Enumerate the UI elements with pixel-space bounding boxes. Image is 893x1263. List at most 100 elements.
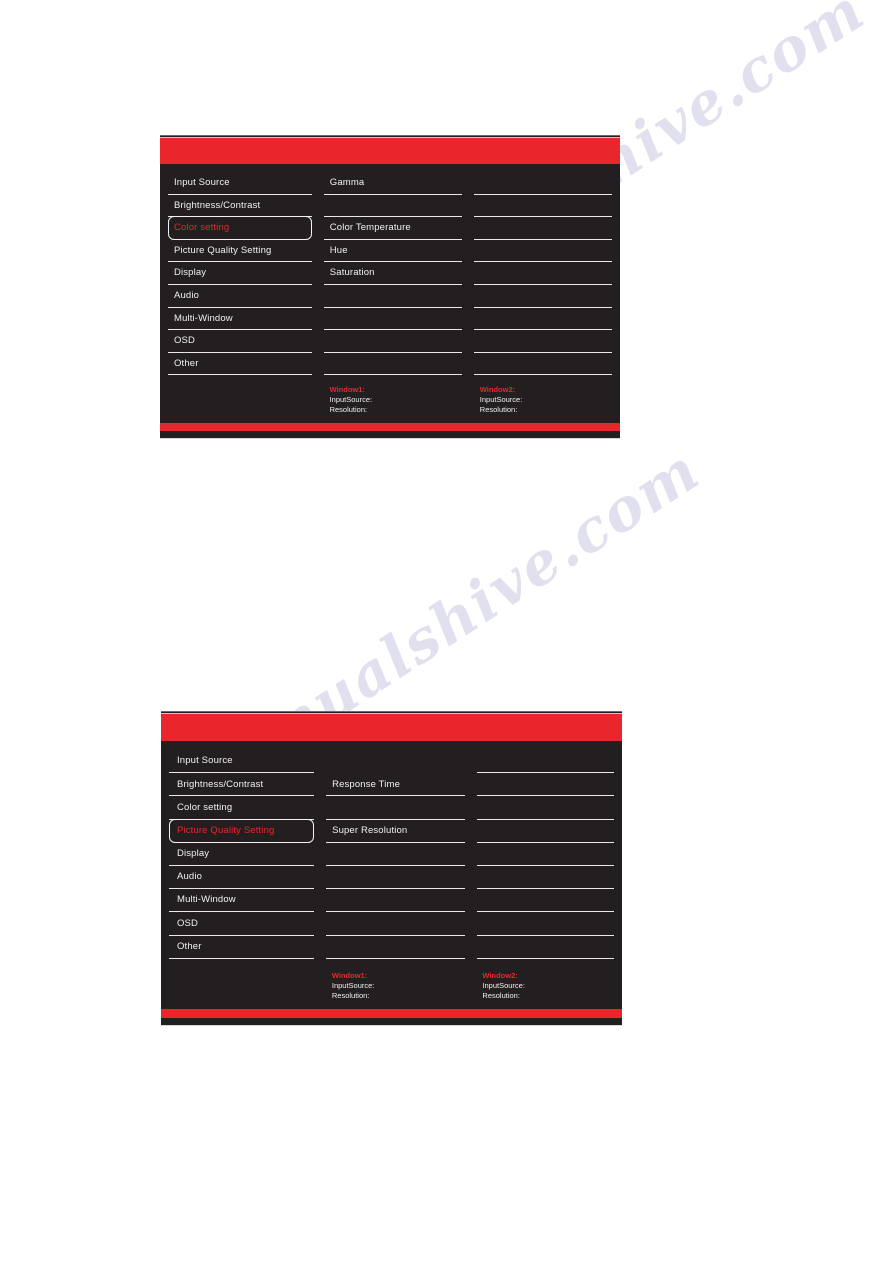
value-item-6[interactable] <box>473 285 612 308</box>
window1-title: Window1: <box>331 970 368 980</box>
sidebar-item-audio[interactable]: Audio <box>168 285 312 308</box>
sidebar-item-display[interactable]: Display <box>168 262 312 285</box>
value-item-8[interactable] <box>476 912 614 936</box>
submenu-item-blank-8[interactable] <box>326 912 465 936</box>
sidebar-item-display[interactable]: Display <box>169 843 315 866</box>
osd-right-column <box>473 172 612 376</box>
submenu-item-blank-6[interactable] <box>323 285 462 308</box>
value-item-7[interactable] <box>473 308 612 331</box>
submenu-item-blank-7[interactable] <box>326 889 465 913</box>
sidebar-item-label: Brightness/Contrast <box>174 199 261 211</box>
sidebar-item-label: Multi-Window <box>174 312 233 324</box>
osd-left-column: Input Source Brightness/Contrast Color s… <box>169 750 315 959</box>
osd-body: Input Source Brightness/Contrast Color s… <box>160 164 620 376</box>
value-item-6[interactable] <box>476 866 614 890</box>
sidebar-item-brightness-contrast[interactable]: Brightness/Contrast <box>169 773 315 797</box>
osd-status-area: Window1: InputSource: Resolution: Window… <box>160 375 620 423</box>
value-item-2[interactable] <box>476 773 614 797</box>
submenu-item-gamma[interactable]: Gamma <box>323 172 462 195</box>
sidebar-item-label: Brightness/Contrast <box>177 778 264 790</box>
sidebar-item-label: Other <box>174 357 199 369</box>
value-item-7[interactable] <box>476 889 614 913</box>
submenu-item-blank-7[interactable] <box>323 308 462 331</box>
submenu-item-blank-9[interactable] <box>323 353 462 376</box>
sidebar-item-other[interactable]: Other <box>169 936 315 959</box>
submenu-item-label: Saturation <box>329 267 375 279</box>
value-item-1[interactable] <box>476 750 614 774</box>
sidebar-item-label: Input Source <box>177 755 233 767</box>
value-item-9[interactable] <box>476 936 614 959</box>
sidebar-item-picture-quality-setting[interactable]: Picture Quality Setting <box>168 240 312 263</box>
value-item-5[interactable] <box>476 843 614 866</box>
window2-resolution-label: Resolution: <box>482 990 520 1000</box>
value-item-4[interactable] <box>476 820 614 843</box>
submenu-item-response-time[interactable]: Response Time <box>326 773 465 797</box>
osd-status-area: Window1: InputSource: Resolution: Window… <box>161 959 622 1009</box>
sidebar-item-label: Other <box>177 940 202 952</box>
sidebar-item-color-setting[interactable]: Color setting <box>169 796 315 820</box>
osd-left-column: Input Source Brightness/Contrast Color s… <box>168 172 312 376</box>
submenu-item-blank-5[interactable] <box>326 843 465 866</box>
sidebar-item-brightness-contrast[interactable]: Brightness/Contrast <box>168 195 312 218</box>
sidebar-item-label: OSD <box>174 335 196 347</box>
window1-input-source-label: InputSource: <box>331 980 375 990</box>
submenu-item-blank-3[interactable] <box>326 796 465 820</box>
sidebar-item-multi-window[interactable]: Multi-Window <box>169 889 315 913</box>
status-window2: Window2: InputSource: Resolution: <box>474 385 612 423</box>
window1-input-source-label: InputSource: <box>329 395 373 405</box>
submenu-item-blank-6[interactable] <box>326 866 465 890</box>
submenu-item-label: Gamma <box>329 177 365 189</box>
status-spacer <box>168 385 312 423</box>
sidebar-item-osd[interactable]: OSD <box>168 330 312 353</box>
value-item-8[interactable] <box>473 330 612 353</box>
submenu-item-color-temperature[interactable]: Color Temperature <box>323 217 462 240</box>
sidebar-item-label: Picture Quality Setting <box>174 244 272 256</box>
value-item-5[interactable] <box>473 262 612 285</box>
sidebar-item-osd[interactable]: OSD <box>169 912 315 936</box>
window2-resolution-label: Resolution: <box>479 405 518 415</box>
sidebar-item-other[interactable]: Other <box>168 353 312 376</box>
submenu-item-saturation[interactable]: Saturation <box>323 262 462 285</box>
sidebar-item-label: OSD <box>177 917 199 929</box>
status-window1: Window1: InputSource: Resolution: <box>326 971 465 1009</box>
osd-header-bar <box>160 138 620 164</box>
value-item-1[interactable] <box>473 172 612 195</box>
window2-title: Window2: <box>482 970 518 980</box>
status-window2: Window2: InputSource: Resolution: <box>476 971 614 1009</box>
submenu-item-super-resolution[interactable]: Super Resolution <box>326 820 465 843</box>
osd-header-bar <box>161 714 622 741</box>
window2-input-source-label: InputSource: <box>482 980 525 990</box>
osd-right-column <box>476 750 614 959</box>
submenu-item-blank-8[interactable] <box>323 330 462 353</box>
value-item-3[interactable] <box>476 796 614 820</box>
sidebar-item-multi-window[interactable]: Multi-Window <box>168 308 312 331</box>
window1-resolution-label: Resolution: <box>329 405 368 415</box>
sidebar-item-label: Display <box>177 848 210 860</box>
submenu-item-blank-1[interactable] <box>326 750 464 773</box>
sidebar-item-label: Input Source <box>174 177 230 189</box>
status-spacer <box>169 971 314 1009</box>
submenu-item-label: Response Time <box>332 778 401 790</box>
sidebar-item-picture-quality-setting[interactable]: Picture Quality Setting <box>169 818 315 843</box>
osd-footer-bar <box>161 1008 622 1018</box>
submenu-item-hue[interactable]: Hue <box>323 240 462 263</box>
osd-menu-picture-quality-setting: Input Source Brightness/Contrast Color s… <box>161 711 622 1026</box>
sidebar-item-audio[interactable]: Audio <box>169 866 315 890</box>
sidebar-item-input-source[interactable]: Input Source <box>168 172 312 195</box>
osd-bottom-bezel <box>161 1017 622 1026</box>
submenu-item-blank-9[interactable] <box>326 936 465 959</box>
osd-middle-column: Gamma Color Temperature Hue Saturation <box>323 172 462 376</box>
sidebar-item-label: Color setting <box>177 801 233 813</box>
submenu-item-blank-2[interactable] <box>323 195 462 218</box>
value-item-9[interactable] <box>473 353 612 376</box>
window2-input-source-label: InputSource: <box>479 395 523 405</box>
sidebar-item-label: Multi-Window <box>177 894 236 906</box>
osd-bottom-bezel <box>160 431 620 440</box>
value-item-3[interactable] <box>473 217 612 240</box>
sidebar-item-input-source[interactable]: Input Source <box>169 750 315 774</box>
osd-menu-color-setting: Input Source Brightness/Contrast Color s… <box>160 135 620 440</box>
window2-title: Window2: <box>479 385 516 395</box>
value-item-2[interactable] <box>473 195 612 218</box>
sidebar-item-color-setting[interactable]: Color setting <box>168 216 312 240</box>
value-item-4[interactable] <box>473 240 612 263</box>
